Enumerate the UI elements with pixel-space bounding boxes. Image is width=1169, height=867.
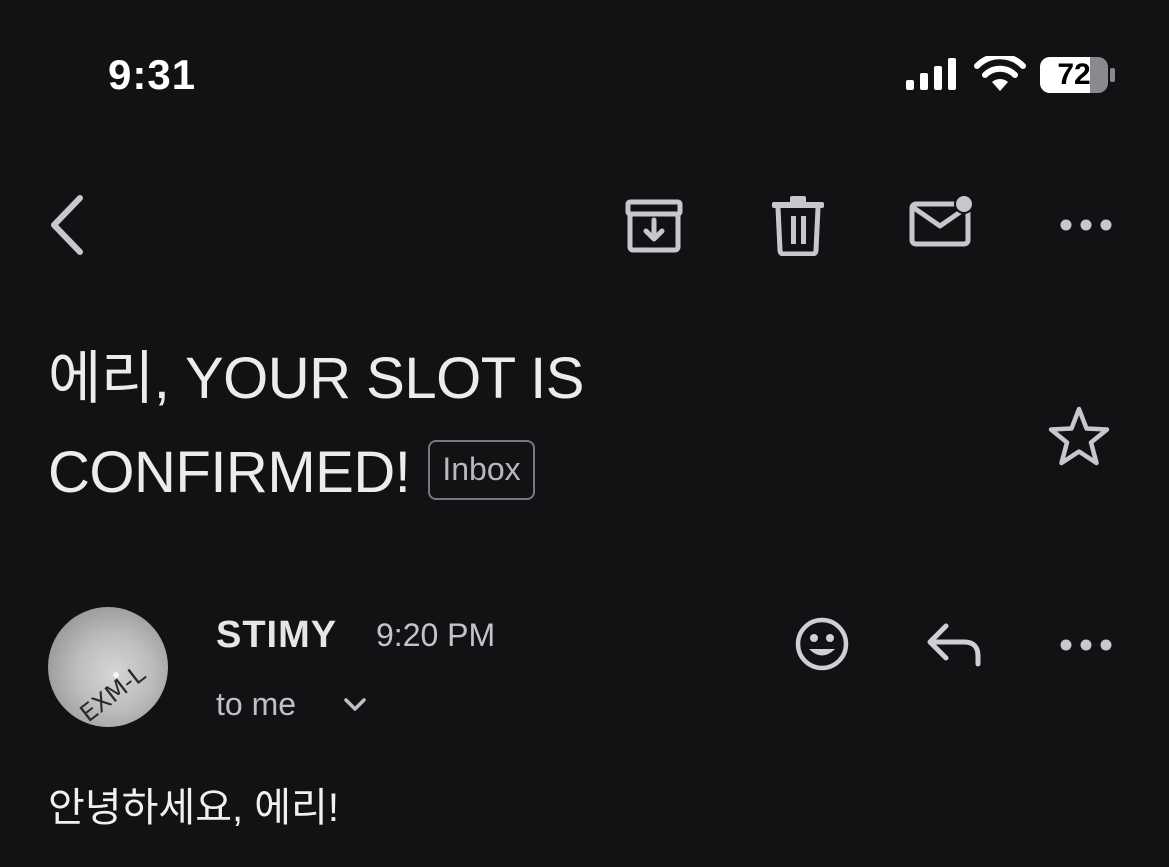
subject-line-2-text: CONFIRMED! bbox=[48, 440, 411, 505]
reply-icon[interactable] bbox=[924, 620, 984, 668]
chevron-down-icon[interactable] bbox=[342, 692, 368, 716]
star-icon[interactable] bbox=[1046, 404, 1112, 470]
subject-line-2: CONFIRMED! Inbox bbox=[48, 426, 688, 520]
wifi-icon bbox=[974, 56, 1026, 91]
message-more-options-icon[interactable] bbox=[1058, 632, 1114, 658]
status-bar-time: 9:31 bbox=[108, 51, 197, 98]
avatar-handwriting: EXM-L bbox=[75, 660, 151, 727]
email-subject: 에리, YOUR SLOT IS CONFIRMED! Inbox bbox=[48, 332, 688, 520]
inbox-label-badge[interactable]: Inbox bbox=[428, 439, 535, 500]
mark-unread-icon[interactable] bbox=[908, 192, 978, 252]
trash-icon[interactable] bbox=[770, 194, 826, 256]
sender-name[interactable]: STIMY bbox=[216, 612, 337, 658]
recipient-text[interactable]: to me bbox=[216, 684, 296, 724]
back-chevron-icon[interactable] bbox=[44, 192, 92, 258]
sender-avatar[interactable]: EXM-L bbox=[48, 607, 168, 727]
subject-line-1: 에리, YOUR SLOT IS bbox=[48, 346, 585, 411]
cellular-signal-icon bbox=[906, 58, 956, 90]
battery-level-text: 72 bbox=[1057, 58, 1091, 91]
battery-icon: 72 bbox=[1040, 57, 1116, 93]
sent-time: 9:20 PM bbox=[376, 617, 496, 653]
emoji-reaction-icon[interactable] bbox=[794, 616, 850, 672]
archive-icon[interactable] bbox=[622, 196, 686, 256]
more-options-icon[interactable] bbox=[1058, 212, 1114, 238]
email-body-greeting: 안녕하세요, 에리! bbox=[48, 786, 339, 830]
